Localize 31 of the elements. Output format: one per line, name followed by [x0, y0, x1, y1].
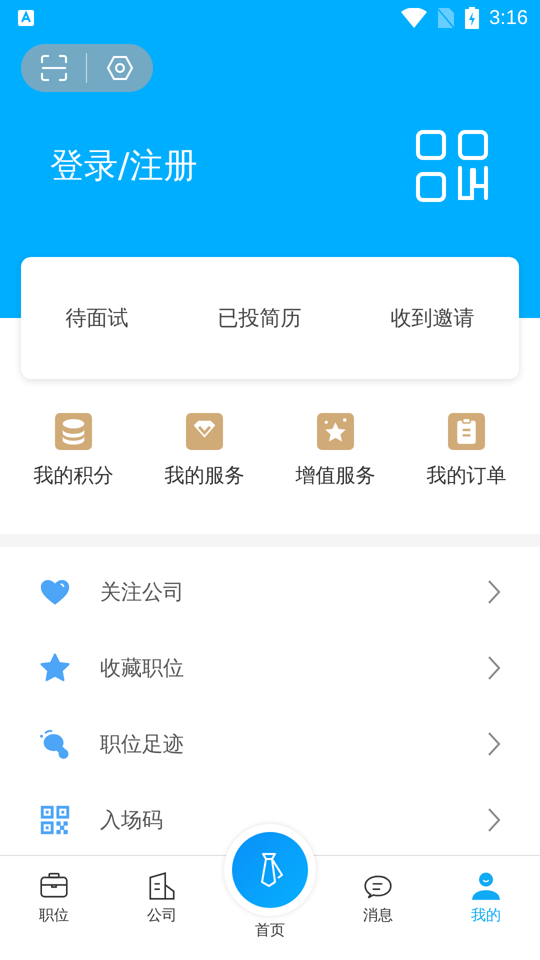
shortcut-button[interactable]: 我的服务 [139, 413, 270, 500]
scan-icon[interactable] [40, 55, 67, 81]
coins-icon [55, 413, 92, 450]
person-icon [470, 870, 502, 902]
chevron-right-icon[interactable] [486, 579, 502, 605]
nav-tab[interactable]: 职位 [0, 856, 108, 960]
chevron-right-icon[interactable] [486, 807, 502, 833]
wifi-icon [401, 8, 428, 28]
stat-link[interactable]: 收到邀请 [390, 304, 474, 332]
menu-item[interactable]: 关注公司 [38, 570, 184, 614]
shortcut-button[interactable]: 我的积分 [8, 413, 139, 500]
shortcut-button[interactable]: 我的订单 [401, 413, 532, 500]
nav-tab[interactable]: 消息 [324, 856, 432, 960]
nav-tab[interactable]: 首页 [255, 921, 285, 940]
chevron-right-icon[interactable] [486, 655, 502, 681]
app-notification-icon [18, 10, 34, 26]
battery-charging-icon [465, 7, 480, 29]
nav-tab[interactable]: 公司 [108, 856, 216, 960]
stat-link[interactable]: 已投简历 [218, 304, 302, 332]
qr-code-icon[interactable] [416, 130, 488, 202]
status-time: 3:16 [489, 6, 528, 30]
clipboard-icon [448, 413, 485, 450]
settings-icon[interactable] [107, 56, 134, 80]
menu-item[interactable]: 入场码 [38, 798, 163, 842]
chevron-right-icon[interactable] [486, 731, 502, 757]
qr-code-icon [38, 803, 72, 837]
no-sim-icon [437, 7, 456, 29]
shortcut-button[interactable]: 增值服务 [270, 413, 401, 500]
menu-item[interactable]: 收藏职位 [38, 646, 184, 690]
stat-link[interactable]: 待面试 [66, 304, 128, 332]
menu-item[interactable]: 职位足迹 [38, 722, 184, 766]
